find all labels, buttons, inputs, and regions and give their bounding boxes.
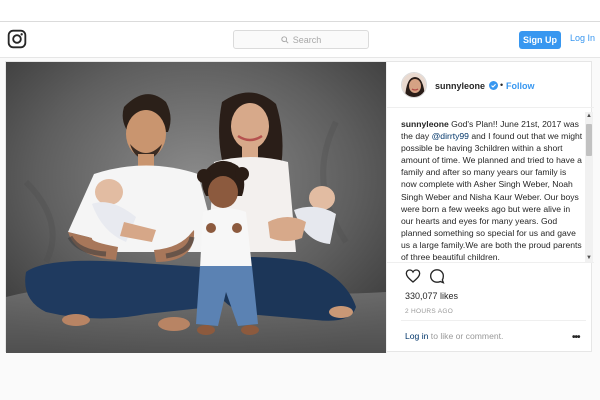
avatar[interactable]	[401, 72, 427, 98]
caption-scrollbar[interactable]: ▲ ▼	[585, 112, 593, 262]
scroll-up-arrow-icon[interactable]: ▲	[585, 112, 593, 120]
search-placeholder: Search	[292, 34, 322, 45]
instagram-logo-icon[interactable]	[7, 29, 27, 49]
post-card: sunnyleone • Follow sunnyleone God's Pla…	[5, 61, 594, 353]
scrollbar-thumb[interactable]	[586, 124, 592, 156]
search-icon	[281, 35, 289, 44]
caption-username[interactable]: sunnyleone	[401, 119, 449, 129]
search-input[interactable]: Search	[233, 30, 369, 49]
comment-icon[interactable]	[429, 268, 445, 284]
divider	[401, 320, 586, 321]
post-username[interactable]: sunnyleone	[435, 81, 485, 91]
login-prompt-text: to like or comment.	[428, 331, 504, 341]
login-to-comment: Log in to like or comment.	[405, 331, 503, 341]
post-caption: sunnyleone God's Plan!! June 21st, 2017 …	[401, 118, 583, 260]
post-timestamp: 2 HOURS AGO	[405, 308, 454, 315]
caption-container: sunnyleone God's Plan!! June 21st, 2017 …	[401, 118, 583, 260]
post-sidebar: sunnyleone • Follow sunnyleone God's Pla…	[386, 62, 594, 353]
caption-text-after: and I found out that we might possible b…	[401, 131, 583, 260]
more-options-icon[interactable]: •••	[572, 332, 580, 343]
divider	[387, 262, 594, 263]
login-prompt-link[interactable]: Log in	[405, 331, 428, 341]
scroll-down-arrow-icon[interactable]: ▼	[585, 254, 593, 262]
separator-dot: •	[500, 80, 504, 90]
sign-up-button[interactable]: Sign Up	[519, 31, 561, 49]
avatar-image	[402, 73, 426, 97]
top-nav-bar: Search Sign Up Log In	[0, 22, 600, 58]
heart-icon[interactable]	[405, 268, 421, 284]
caption-mention-link[interactable]: @dirrty99	[432, 131, 469, 141]
log-in-link[interactable]: Log In	[570, 33, 595, 43]
follow-button[interactable]: Follow	[506, 81, 535, 91]
post-header: sunnyleone • Follow	[387, 62, 594, 108]
family-photo-image	[6, 62, 386, 353]
likes-count[interactable]: 330,077 likes	[405, 291, 458, 301]
browser-top-strip	[0, 0, 600, 22]
verified-badge-icon	[489, 81, 498, 90]
post-photo[interactable]	[6, 62, 386, 353]
